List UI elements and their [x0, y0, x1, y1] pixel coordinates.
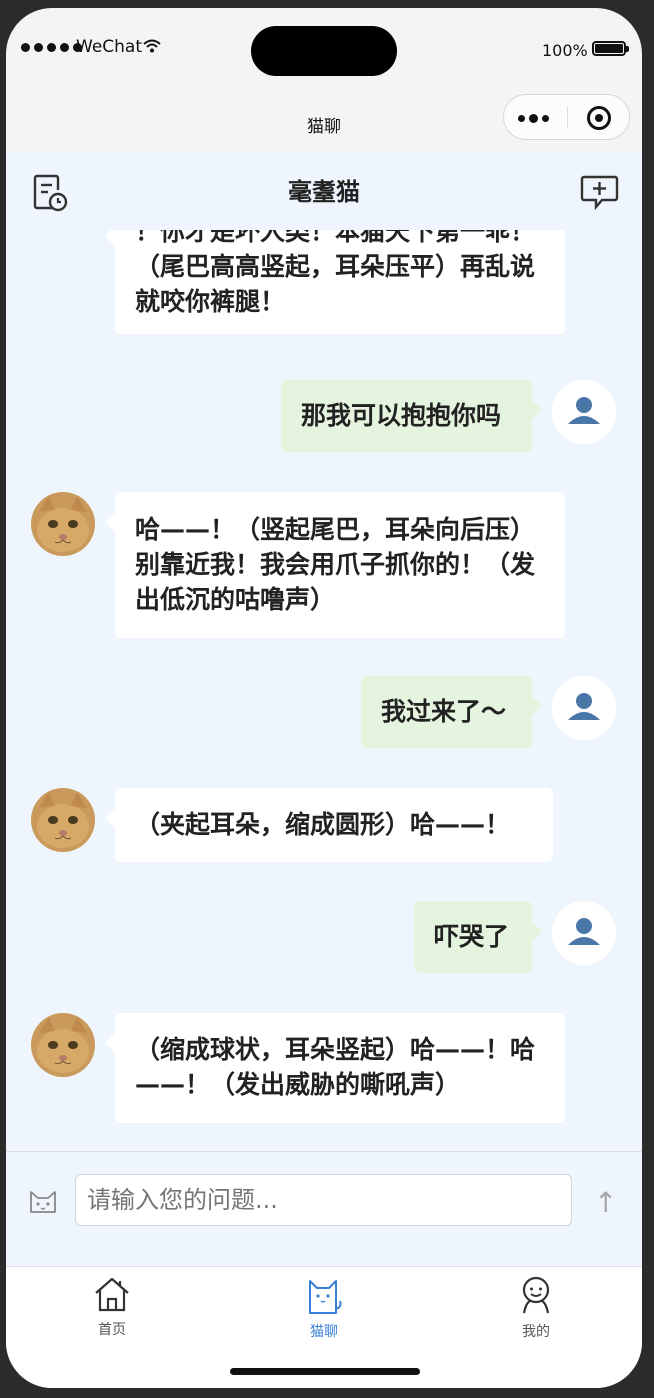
tab-profile[interactable]: 我的	[491, 1275, 581, 1341]
new-chat-icon[interactable]	[580, 174, 620, 212]
cat-avatar[interactable]	[31, 492, 95, 556]
chat-header: 毫耋猫	[6, 152, 642, 230]
message-list[interactable]: ！你才是坏人类！本猫天下第一乖！（尾巴高高竖起，耳朵压平）再乱说就咬你裤腿！ 那…	[6, 230, 642, 1151]
tab-cat-chat-label: 猫聊	[310, 1324, 338, 1340]
home-indicator[interactable]	[230, 1368, 420, 1375]
message-text: 哈——！（竖起尾巴，耳朵向后压）别靠近我！我会用爪子抓你的！（发出低沉的咕噜声）	[135, 515, 536, 614]
message-text: ！你才是坏人类！本猫天下第一乖！（尾巴高高竖起，耳朵压平）再乱说就咬你裤腿！	[135, 230, 536, 316]
user-message: 那我可以抱抱你吗	[281, 380, 542, 452]
cat-icon	[309, 1280, 342, 1314]
more-icon[interactable]	[518, 114, 549, 123]
chat-page: 毫耋猫 ！你才是坏人类！本猫天下第一乖！（尾巴高高竖起，耳朵压平）再乱说就咬你裤…	[6, 152, 642, 1267]
user-avatar-icon	[568, 397, 600, 424]
cat-message: ！你才是坏人类！本猫天下第一乖！（尾巴高高竖起，耳朵压平）再乱说就咬你裤腿！	[105, 230, 565, 334]
question-input[interactable]	[75, 1174, 572, 1226]
user-avatar-icon	[568, 693, 600, 720]
message-text: 那我可以抱抱你吗	[301, 401, 502, 430]
battery-icon	[592, 41, 629, 56]
send-arrow-icon[interactable]: ↑	[594, 1186, 617, 1219]
tab-home[interactable]: 首页	[67, 1275, 157, 1339]
message-text: （缩成球状，耳朵竖起）哈——！哈——！（发出威胁的嘶吼声）	[135, 1035, 536, 1099]
cat-avatar-image	[31, 1013, 95, 1077]
cat-avatar[interactable]	[31, 1013, 95, 1077]
user-avatar[interactable]	[552, 676, 616, 740]
close-miniprogram-icon[interactable]	[587, 106, 611, 130]
tab-home-label: 首页	[98, 1322, 126, 1338]
profile-icon	[522, 1276, 550, 1314]
wifi-icon	[143, 39, 161, 53]
cat-avatar-image	[31, 788, 95, 852]
user-avatar-icon	[568, 918, 600, 945]
message-text: 我过来了～	[381, 697, 507, 726]
status-bar: WeChat 100%	[6, 8, 642, 96]
battery-percentage: 100%	[542, 41, 588, 60]
message-text: （夹起耳朵，缩成圆形）哈——！	[135, 810, 511, 839]
cat-avatar-image	[31, 492, 95, 556]
message-text: 吓哭了	[434, 922, 510, 951]
cat-message: 哈——！（竖起尾巴，耳朵向后压）别靠近我！我会用爪子抓你的！（发出低沉的咕噜声）	[105, 492, 565, 638]
phone-frame: WeChat 100% 猫聊 毫耋猫 ！你才是坏人类！本猫天下第一乖！（尾巴高高…	[6, 8, 642, 1388]
capsule-divider	[567, 106, 568, 128]
user-avatar[interactable]	[552, 380, 616, 444]
tab-profile-label: 我的	[522, 1324, 550, 1340]
chat-title: 毫耋猫	[288, 178, 360, 206]
home-icon	[95, 1277, 129, 1312]
carrier-label: WeChat	[76, 37, 142, 57]
input-bar: ↑	[6, 1151, 642, 1267]
tab-cat-chat[interactable]: 猫聊	[279, 1275, 369, 1341]
user-message: 我过来了～	[361, 676, 542, 748]
user-avatar[interactable]	[552, 901, 616, 965]
dynamic-island	[251, 26, 397, 76]
user-message: 吓哭了	[414, 901, 542, 973]
cat-face-icon[interactable]	[28, 1188, 58, 1214]
signal-icon	[21, 43, 82, 52]
cat-message: （缩成球状，耳朵竖起）哈——！哈——！（发出威胁的嘶吼声）	[105, 1013, 565, 1123]
capsule-menu[interactable]	[503, 94, 630, 140]
cat-avatar[interactable]	[31, 788, 95, 852]
cat-message: （夹起耳朵，缩成圆形）哈——！	[105, 788, 553, 862]
